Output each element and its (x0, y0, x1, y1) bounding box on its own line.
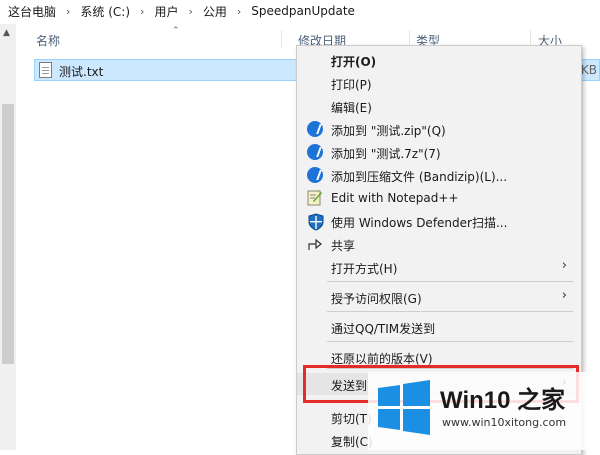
menu-item-label: 共享 (331, 239, 356, 253)
breadcrumb-item-system-drive[interactable]: 系统 (C:) (80, 3, 130, 20)
menu-item-edit-with-notepadpp[interactable]: Edit with Notepad++ (297, 187, 581, 209)
menu-item-give-access[interactable]: 授予访问权限(G) › (297, 286, 581, 308)
menu-item-add-to-archive-bandizip[interactable]: 添加到压缩文件 (Bandizip)(L)... (297, 164, 581, 186)
column-divider[interactable] (281, 30, 282, 48)
menu-separator (327, 281, 573, 282)
menu-separator (327, 311, 573, 312)
menu-item-open-with[interactable]: 打开方式(H) › (297, 256, 581, 278)
navigation-pane-scrollbar[interactable]: ▲ (0, 24, 16, 450)
menu-item-open[interactable]: 打开(O) (297, 49, 581, 71)
menu-item-print[interactable]: 打印(P) (297, 72, 581, 94)
breadcrumb-item-this-pc[interactable]: 这台电脑 (8, 3, 56, 20)
menu-item-share[interactable]: 共享 (297, 233, 581, 255)
breadcrumb-item-speedpanupdate[interactable]: SpeedpanUpdate (251, 4, 355, 18)
chevron-right-icon: › (561, 288, 567, 303)
menu-item-label: 剪切(T) (331, 412, 372, 426)
menu-item-edit[interactable]: 编辑(E) (297, 95, 581, 117)
menu-item-scan-with-defender[interactable]: 使用 Windows Defender扫描... (297, 210, 581, 232)
watermark-title: Win10 之家 (440, 387, 566, 414)
menu-item-label: 复制(C) (331, 435, 373, 449)
breadcrumb-separator-icon[interactable]: › (66, 5, 70, 18)
column-header-name[interactable]: 名称 (36, 32, 60, 49)
menu-item-add-to-zip[interactable]: 添加到 "测试.zip"(Q) (297, 118, 581, 140)
sort-ascending-icon: ⌃ (172, 26, 180, 36)
text-file-icon (39, 62, 52, 78)
menu-item-label: 通过QQ/TIM发送到 (331, 322, 436, 336)
watermark-url: www.win10xitong.com (442, 416, 567, 429)
file-name: 测试.txt (59, 65, 104, 79)
breadcrumb-separator-icon[interactable]: › (237, 5, 241, 18)
bandizip-icon (307, 144, 323, 160)
menu-item-add-to-7z[interactable]: 添加到 "测试.7z"(7) (297, 141, 581, 163)
breadcrumb: 这台电脑 › 系统 (C:) › 用户 › 公用 › SpeedpanUpdat… (0, 0, 600, 22)
menu-item-label: 使用 Windows Defender扫描... (331, 216, 508, 230)
scrollbar-thumb[interactable] (2, 104, 14, 364)
breadcrumb-separator-icon[interactable]: › (188, 5, 192, 18)
menu-item-label: Edit with Notepad++ (331, 191, 459, 205)
menu-item-label: 授予访问权限(G) (331, 292, 422, 306)
menu-item-label: 添加到 "测试.zip"(Q) (331, 124, 446, 138)
watermark: Win10 之家 www.win10xitong.com (368, 372, 600, 450)
breadcrumb-item-users[interactable]: 用户 (154, 3, 178, 20)
bandizip-icon (307, 121, 323, 137)
chevron-right-icon: › (561, 258, 567, 273)
bandizip-icon (307, 167, 323, 183)
windows-defender-shield-icon (307, 213, 324, 231)
breadcrumb-item-public[interactable]: 公用 (203, 3, 227, 20)
windows-logo-icon (374, 378, 434, 438)
menu-item-label: 打开方式(H) (331, 262, 398, 276)
scroll-up-icon[interactable]: ▲ (3, 28, 10, 38)
menu-separator (327, 341, 573, 342)
menu-item-label: 编辑(E) (331, 101, 372, 115)
breadcrumb-separator-icon[interactable]: › (140, 5, 144, 18)
menu-item-label: 打开(O) (331, 55, 377, 69)
share-icon (307, 236, 323, 252)
menu-item-label: 添加到压缩文件 (Bandizip)(L)... (331, 170, 508, 184)
notepadpp-icon (307, 190, 323, 206)
menu-item-send-via-qq-tim[interactable]: 通过QQ/TIM发送到 (297, 316, 581, 338)
menu-item-label: 打印(P) (331, 78, 372, 92)
menu-item-label: 添加到 "测试.7z"(7) (331, 147, 441, 161)
